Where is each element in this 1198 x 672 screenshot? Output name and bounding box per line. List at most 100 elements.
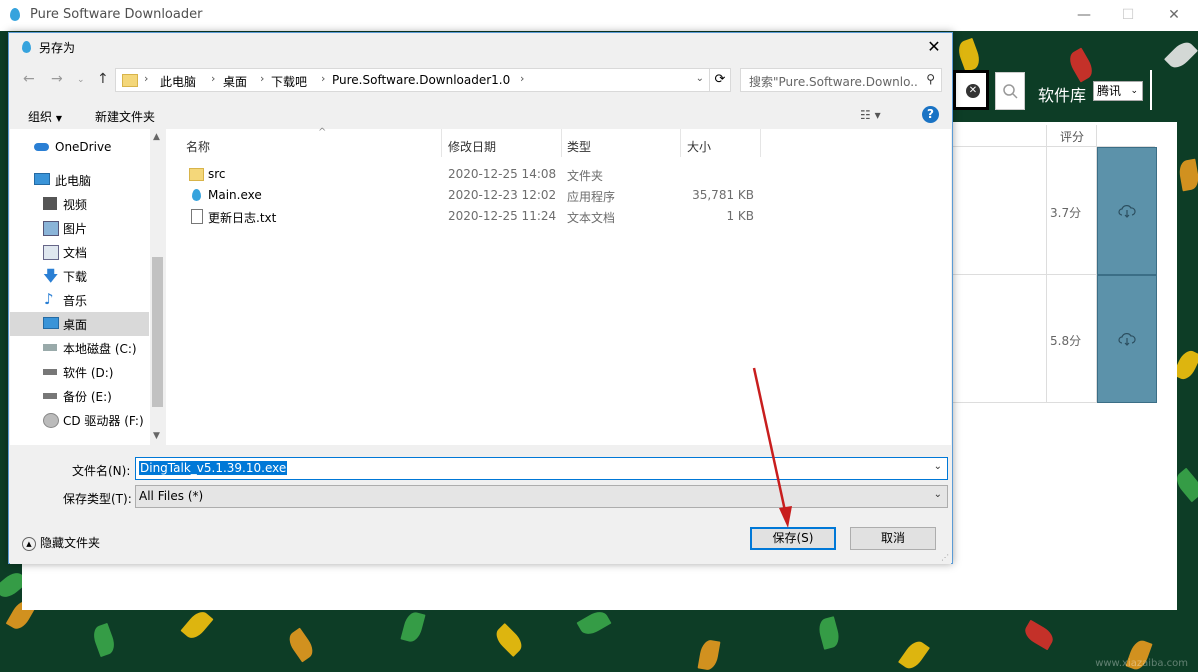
column-header-type[interactable]: 类型: [561, 129, 681, 157]
organize-button[interactable]: 组织 ▼: [28, 108, 62, 125]
nav-label: 文档: [63, 244, 87, 261]
nav-item-drive-d[interactable]: 软件 (D:): [10, 360, 149, 384]
cancel-button[interactable]: 取消: [850, 527, 936, 550]
chevron-down-icon[interactable]: ⌄: [934, 461, 942, 472]
refresh-icon[interactable]: ⟳: [709, 68, 731, 92]
file-row[interactable]: Main.exe 2020-12-23 12:02 应用程序 35,781 KB: [166, 185, 951, 206]
nav-item-videos[interactable]: 视频: [10, 192, 149, 216]
new-folder-button[interactable]: 新建文件夹: [95, 108, 155, 125]
dialog-footer: 文件名(N): DingTalk_v5.1.39.10.exe ⌄ 保存类型(T…: [10, 445, 951, 564]
column-header-size[interactable]: 大小: [681, 129, 761, 157]
breadcrumb-item[interactable]: 桌面: [223, 73, 247, 90]
document-icon: [43, 245, 59, 260]
sort-up-icon: ^: [318, 127, 326, 138]
close-icon[interactable]: ✕: [1154, 4, 1194, 26]
bg-search-button[interactable]: [995, 72, 1025, 110]
column-divider: [1046, 125, 1047, 403]
leaf-decoration: [90, 623, 117, 657]
leaf-decoration: [698, 639, 721, 672]
hide-folders-label: 隐藏文件夹: [40, 536, 100, 550]
nav-item-pictures[interactable]: 图片: [10, 216, 149, 240]
save-button[interactable]: 保存(S): [750, 527, 836, 550]
close-icon[interactable]: ✕: [924, 37, 944, 56]
nav-label: OneDrive: [55, 140, 111, 154]
nav-label: 本地磁盘 (C:): [63, 340, 137, 357]
file-modified: 2020-12-25 14:08: [448, 167, 556, 181]
scrollbar-thumb[interactable]: [152, 257, 163, 407]
scroll-up-icon[interactable]: ▲: [153, 132, 160, 142]
download-button[interactable]: [1097, 147, 1157, 275]
app-titlebar: Pure Software Downloader — ☐ ✕: [0, 0, 1198, 31]
nav-item-documents[interactable]: 文档: [10, 240, 149, 264]
file-type: 应用程序: [567, 188, 615, 205]
file-modified: 2020-12-25 11:24: [448, 209, 556, 223]
nav-label: 视频: [63, 196, 87, 213]
nav-item-this-pc[interactable]: 此电脑: [10, 168, 149, 192]
column-header-name[interactable]: 名称^: [180, 129, 450, 157]
file-size: 35,781 KB: [666, 188, 754, 202]
chevron-down-icon[interactable]: ⌄: [696, 73, 704, 84]
file-modified: 2020-12-23 12:02: [448, 188, 556, 202]
drive-icon: [43, 344, 57, 351]
breadcrumb-item[interactable]: 下载吧: [271, 73, 307, 90]
leaf-decoration: [285, 628, 317, 663]
filename-field[interactable]: DingTalk_v5.1.39.10.exe ⌄: [135, 457, 948, 480]
cloud-download-icon: [1118, 332, 1136, 346]
maximize-icon[interactable]: ☐: [1108, 4, 1148, 26]
breadcrumb-item[interactable]: 此电脑: [160, 73, 196, 90]
scroll-down-icon[interactable]: ▼: [153, 431, 160, 441]
filename-label: 文件名(N):: [72, 462, 130, 479]
file-row[interactable]: 更新日志.txt 2020-12-25 11:24 文本文档 1 KB: [166, 206, 951, 227]
video-icon: [43, 197, 57, 210]
back-icon[interactable]: ←: [23, 71, 35, 87]
folder-icon: [122, 74, 138, 87]
search-input[interactable]: 搜索"Pure.Software.Downlo... ⚲: [740, 68, 942, 92]
chevron-right-icon: ›: [260, 72, 264, 85]
filetype-select[interactable]: All Files (*) ⌄: [135, 485, 948, 508]
nav-item-desktop[interactable]: 桌面: [10, 312, 149, 336]
recent-locations-icon[interactable]: ⌄: [77, 75, 85, 85]
nav-item-cd-drive[interactable]: CD 驱动器 (F:): [10, 408, 149, 432]
forward-icon[interactable]: →: [51, 71, 63, 87]
column-header-modified[interactable]: 修改日期: [442, 129, 562, 157]
nav-item-downloads[interactable]: 🡇下载: [10, 264, 149, 288]
column-divider[interactable]: [760, 129, 761, 157]
clear-icon[interactable]: ✕: [966, 84, 980, 98]
breadcrumb-item[interactable]: Pure.Software.Downloader1.0: [332, 73, 510, 87]
download-button[interactable]: [1097, 275, 1157, 403]
view-options-icon[interactable]: ☷ ▾: [860, 108, 881, 122]
score-value: 5.8分: [1050, 332, 1081, 349]
library-label: 软件库: [1038, 82, 1086, 106]
nav-item-drive-c[interactable]: 本地磁盘 (C:): [10, 336, 149, 360]
resize-grip-icon[interactable]: ⋰: [941, 553, 949, 562]
file-type: 文本文档: [567, 209, 615, 226]
hide-folders-button[interactable]: ▲ 隐藏文件夹: [22, 534, 100, 551]
chevron-down-icon: ⌄: [1130, 82, 1138, 100]
address-bar[interactable]: › 此电脑 › 桌面 › 下载吧 › Pure.Software.Downloa…: [115, 68, 711, 92]
nav-item-drive-e[interactable]: 备份 (E:): [10, 384, 149, 408]
file-row[interactable]: src 2020-12-25 14:08 文件夹: [166, 164, 951, 185]
nav-label: 桌面: [63, 316, 87, 333]
filetype-value: All Files (*): [139, 489, 203, 503]
watermark: www.xiazaiba.com: [1095, 658, 1188, 669]
leaf-decoration: [1022, 620, 1057, 651]
app-logo-icon: [192, 189, 201, 201]
nav-scrollbar[interactable]: ▲ ▼: [150, 129, 165, 445]
leaf-decoration: [492, 623, 526, 657]
minimize-icon[interactable]: —: [1064, 4, 1104, 26]
nav-item-onedrive[interactable]: OneDrive: [10, 136, 149, 160]
nav-item-music[interactable]: ♪音乐: [10, 288, 149, 312]
chevron-up-icon: ▲: [22, 537, 36, 551]
up-icon[interactable]: ↑: [97, 71, 109, 87]
leaf-decoration: [1066, 48, 1097, 83]
help-icon[interactable]: ?: [922, 106, 939, 123]
nav-label: 备份 (E:): [63, 388, 112, 405]
cloud-download-icon: [1118, 204, 1136, 218]
app-logo-icon: [10, 8, 20, 21]
file-size: 1 KB: [686, 209, 754, 223]
app-title: Pure Software Downloader: [30, 7, 202, 22]
source-select[interactable]: 腾讯⌄: [1093, 81, 1143, 101]
chevron-right-icon: ›: [321, 72, 325, 85]
nav-label: CD 驱动器 (F:): [63, 412, 144, 429]
cloud-icon: [34, 143, 49, 151]
